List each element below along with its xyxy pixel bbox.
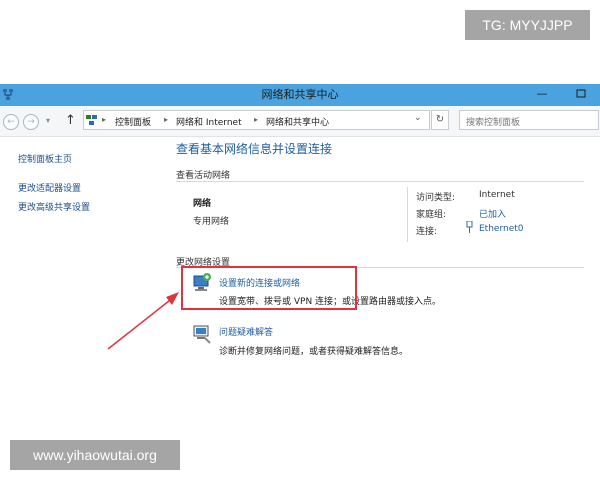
active-networks-label: 查看活动网络 <box>176 171 231 181</box>
sidebar-link-advanced-sharing[interactable]: 更改高级共享设置 <box>18 200 90 213</box>
access-type-label: 访问类型: <box>416 193 456 203</box>
search-input[interactable]: 搜索控制面板 <box>466 115 520 128</box>
minimize-button[interactable]: — <box>535 86 549 102</box>
up-button[interactable]: ↑ <box>65 114 76 128</box>
highlight-box <box>181 266 357 310</box>
title-bar[interactable]: 网络和共享中心 — <box>0 84 600 106</box>
breadcrumb-separator: ▸ <box>164 115 169 124</box>
divider <box>176 181 584 182</box>
network-name: 网络 <box>193 199 212 209</box>
ethernet-connection-link[interactable]: Ethernet0 <box>479 224 524 234</box>
breadcrumb-network-sharing-center[interactable]: 网络和共享中心 <box>266 115 329 128</box>
forward-button[interactable]: → <box>23 114 39 130</box>
connections-label: 连接: <box>416 227 438 237</box>
troubleshoot-desc: 诊断并修复网络问题，或者获得疑难解答信息。 <box>219 347 409 357</box>
restore-button[interactable] <box>573 86 589 102</box>
network-type-link[interactable]: 专用网络 <box>193 214 229 227</box>
address-dropdown-icon[interactable]: ⌄ <box>414 113 422 123</box>
homegroup-label: 家庭组: <box>416 210 447 220</box>
annotation-arrow-icon <box>107 292 179 350</box>
control-panel-icon <box>86 115 97 125</box>
troubleshoot-link[interactable]: 问题疑难解答 <box>219 325 273 338</box>
recent-pages-dropdown[interactable]: ▾ <box>46 116 50 125</box>
sidebar-link-control-panel-home[interactable]: 控制面板主页 <box>18 152 72 165</box>
ethernet-icon <box>466 221 473 233</box>
watermark-site: www.yihaowutai.org <box>10 440 180 470</box>
troubleshoot-icon <box>193 325 211 344</box>
back-button[interactable]: ← <box>3 114 19 130</box>
breadcrumb-network-internet[interactable]: 网络和 Internet <box>176 115 242 128</box>
refresh-button[interactable]: ↻ <box>431 110 449 130</box>
homegroup-link[interactable]: 已加入 <box>479 207 506 220</box>
access-type-value: Internet <box>479 190 515 200</box>
breadcrumb-separator: ▸ <box>254 115 259 124</box>
breadcrumb-control-panel[interactable]: 控制面板 <box>115 115 151 128</box>
sidebar-link-adapter-settings[interactable]: 更改适配器设置 <box>18 181 81 194</box>
breadcrumb-separator: ▸ <box>102 115 107 124</box>
divider <box>407 187 408 242</box>
window-title: 网络和共享中心 <box>261 88 339 101</box>
watermark-tg: TG: MYYJJPP <box>465 10 590 40</box>
page-heading: 查看基本网络信息并设置连接 <box>176 142 333 156</box>
